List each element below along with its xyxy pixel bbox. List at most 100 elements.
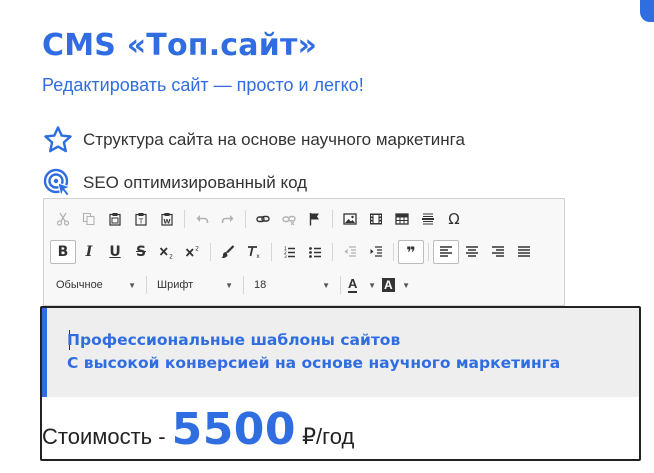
toolbar-separator [393, 243, 394, 261]
bold-icon: B [57, 244, 69, 260]
align-left-icon [440, 246, 452, 257]
clear-format-icon: x [248, 246, 260, 259]
table-button[interactable] [389, 207, 415, 231]
redo-icon [221, 215, 234, 223]
corner-accent [640, 0, 654, 22]
paste-button[interactable] [102, 207, 128, 231]
blockquote: Профессиональные шаблоны сайтов С высоко… [42, 308, 639, 397]
price-label: Стоимость - [42, 424, 166, 449]
editor-content-area[interactable]: Профессиональные шаблоны сайтов С высоко… [40, 306, 641, 461]
align-right-button[interactable] [485, 240, 511, 264]
undo-button[interactable] [189, 207, 215, 231]
underline-button[interactable]: U [102, 240, 128, 264]
cut-button[interactable] [50, 207, 76, 231]
headline-line-2: С высокой конверсией на основе научного … [67, 354, 561, 372]
headline-line-1: Профессиональные шаблоны сайтов [67, 331, 401, 349]
toolbar-separator [243, 276, 244, 294]
price-row: Стоимость - 5500 ₽/год [42, 404, 354, 455]
toolbar-separator [210, 243, 211, 261]
toolbar-separator [146, 276, 147, 294]
background-color-button[interactable]: A ▼ [379, 273, 413, 297]
strikethrough-button[interactable]: S [128, 240, 154, 264]
bulleted-list-icon [309, 247, 321, 258]
blockquote-button[interactable]: ❞ [398, 240, 424, 264]
film-icon [370, 213, 382, 225]
svg-text:x: x [256, 253, 260, 259]
toolbar-separator [184, 210, 185, 228]
anchor-button[interactable] [302, 207, 328, 231]
target-cursor-icon [42, 167, 74, 199]
horizontal-line-button[interactable] [415, 207, 441, 231]
indent-icon [370, 246, 382, 257]
paste-word-button[interactable]: W [154, 207, 180, 231]
chevron-down-icon: ▼ [368, 280, 376, 290]
unlink-icon [282, 215, 296, 226]
toolbar-row-2: B I U S 2 2 x 123 ❞ [50, 239, 537, 265]
redo-button[interactable] [215, 207, 241, 231]
feature-text: SEO оптимизированный код [83, 173, 308, 192]
bulleted-list-button[interactable] [302, 240, 328, 264]
remove-format-button[interactable]: x [241, 240, 267, 264]
toolbar-row-3: Обычное ▼ Шрифт ▼ 18 ▼ A ▼ A ▼ [50, 272, 413, 298]
special-char-button[interactable]: Ω [441, 207, 467, 231]
font-select-value: Шрифт [157, 279, 194, 291]
align-justify-icon [518, 246, 530, 257]
font-size-select[interactable]: 18 ▼ [248, 273, 336, 297]
feature-item-seo: SEO оптимизированный код [42, 167, 307, 199]
superscript-button[interactable]: 2 [180, 240, 206, 264]
omega-icon: Ω [448, 210, 460, 228]
outdent-button[interactable] [337, 240, 363, 264]
price-value: 5500 [171, 404, 297, 455]
subscript-icon: 2 [159, 247, 173, 260]
align-left-button[interactable] [433, 240, 459, 264]
format-select-value: Обычное [56, 279, 103, 291]
clipboard-icon [109, 213, 121, 226]
toolbar-separator [332, 210, 333, 228]
copy-button[interactable] [76, 207, 102, 231]
image-icon [343, 213, 357, 225]
link-icon [256, 215, 270, 223]
feature-text: Структура сайта на основе научного марке… [83, 130, 465, 149]
svg-text:2: 2 [169, 254, 173, 260]
table-icon [395, 213, 409, 225]
toolbar-separator [245, 210, 246, 228]
indent-button[interactable] [363, 240, 389, 264]
font-size-select-value: 18 [254, 279, 267, 291]
italic-icon: I [85, 244, 93, 260]
price-unit: ₽/год [302, 424, 355, 449]
svg-text:2: 2 [195, 246, 199, 253]
numbered-list-icon: 123 [284, 246, 295, 259]
page-title: CMS «Топ.сайт» [42, 28, 318, 63]
strikethrough-icon: S [135, 244, 147, 260]
paste-text-button[interactable]: T [128, 207, 154, 231]
font-select[interactable]: Шрифт ▼ [151, 273, 239, 297]
unlink-button[interactable] [276, 207, 302, 231]
toolbar-separator [428, 243, 429, 261]
bold-button[interactable]: B [50, 240, 76, 264]
svg-text:T: T [138, 218, 144, 226]
align-justify-button[interactable] [511, 240, 537, 264]
link-button[interactable] [250, 207, 276, 231]
toolbar-separator [340, 276, 341, 294]
undo-icon [196, 215, 209, 223]
svg-text:3: 3 [284, 254, 287, 259]
underline-icon: U [109, 244, 121, 260]
page-subtitle: Редактировать сайт — просто и легко! [42, 75, 364, 95]
subscript-button[interactable]: 2 [154, 240, 180, 264]
quote-icon: ❞ [406, 242, 416, 262]
chevron-down-icon: ▼ [402, 280, 410, 290]
video-button[interactable] [363, 207, 389, 231]
star-outline-icon [42, 124, 74, 156]
copy-format-button[interactable] [215, 240, 241, 264]
image-button[interactable] [337, 207, 363, 231]
text-color-button[interactable]: A ▼ [345, 273, 379, 297]
align-center-button[interactable] [459, 240, 485, 264]
format-select[interactable]: Обычное ▼ [50, 273, 142, 297]
scissors-icon [56, 212, 70, 226]
feature-item-structure: Структура сайта на основе научного марке… [42, 124, 465, 156]
numbered-list-button[interactable]: 123 [276, 240, 302, 264]
italic-button[interactable]: I [76, 240, 102, 264]
paste-word-icon: W [161, 213, 173, 226]
chevron-down-icon: ▼ [128, 280, 136, 290]
toolbar-separator [271, 243, 272, 261]
